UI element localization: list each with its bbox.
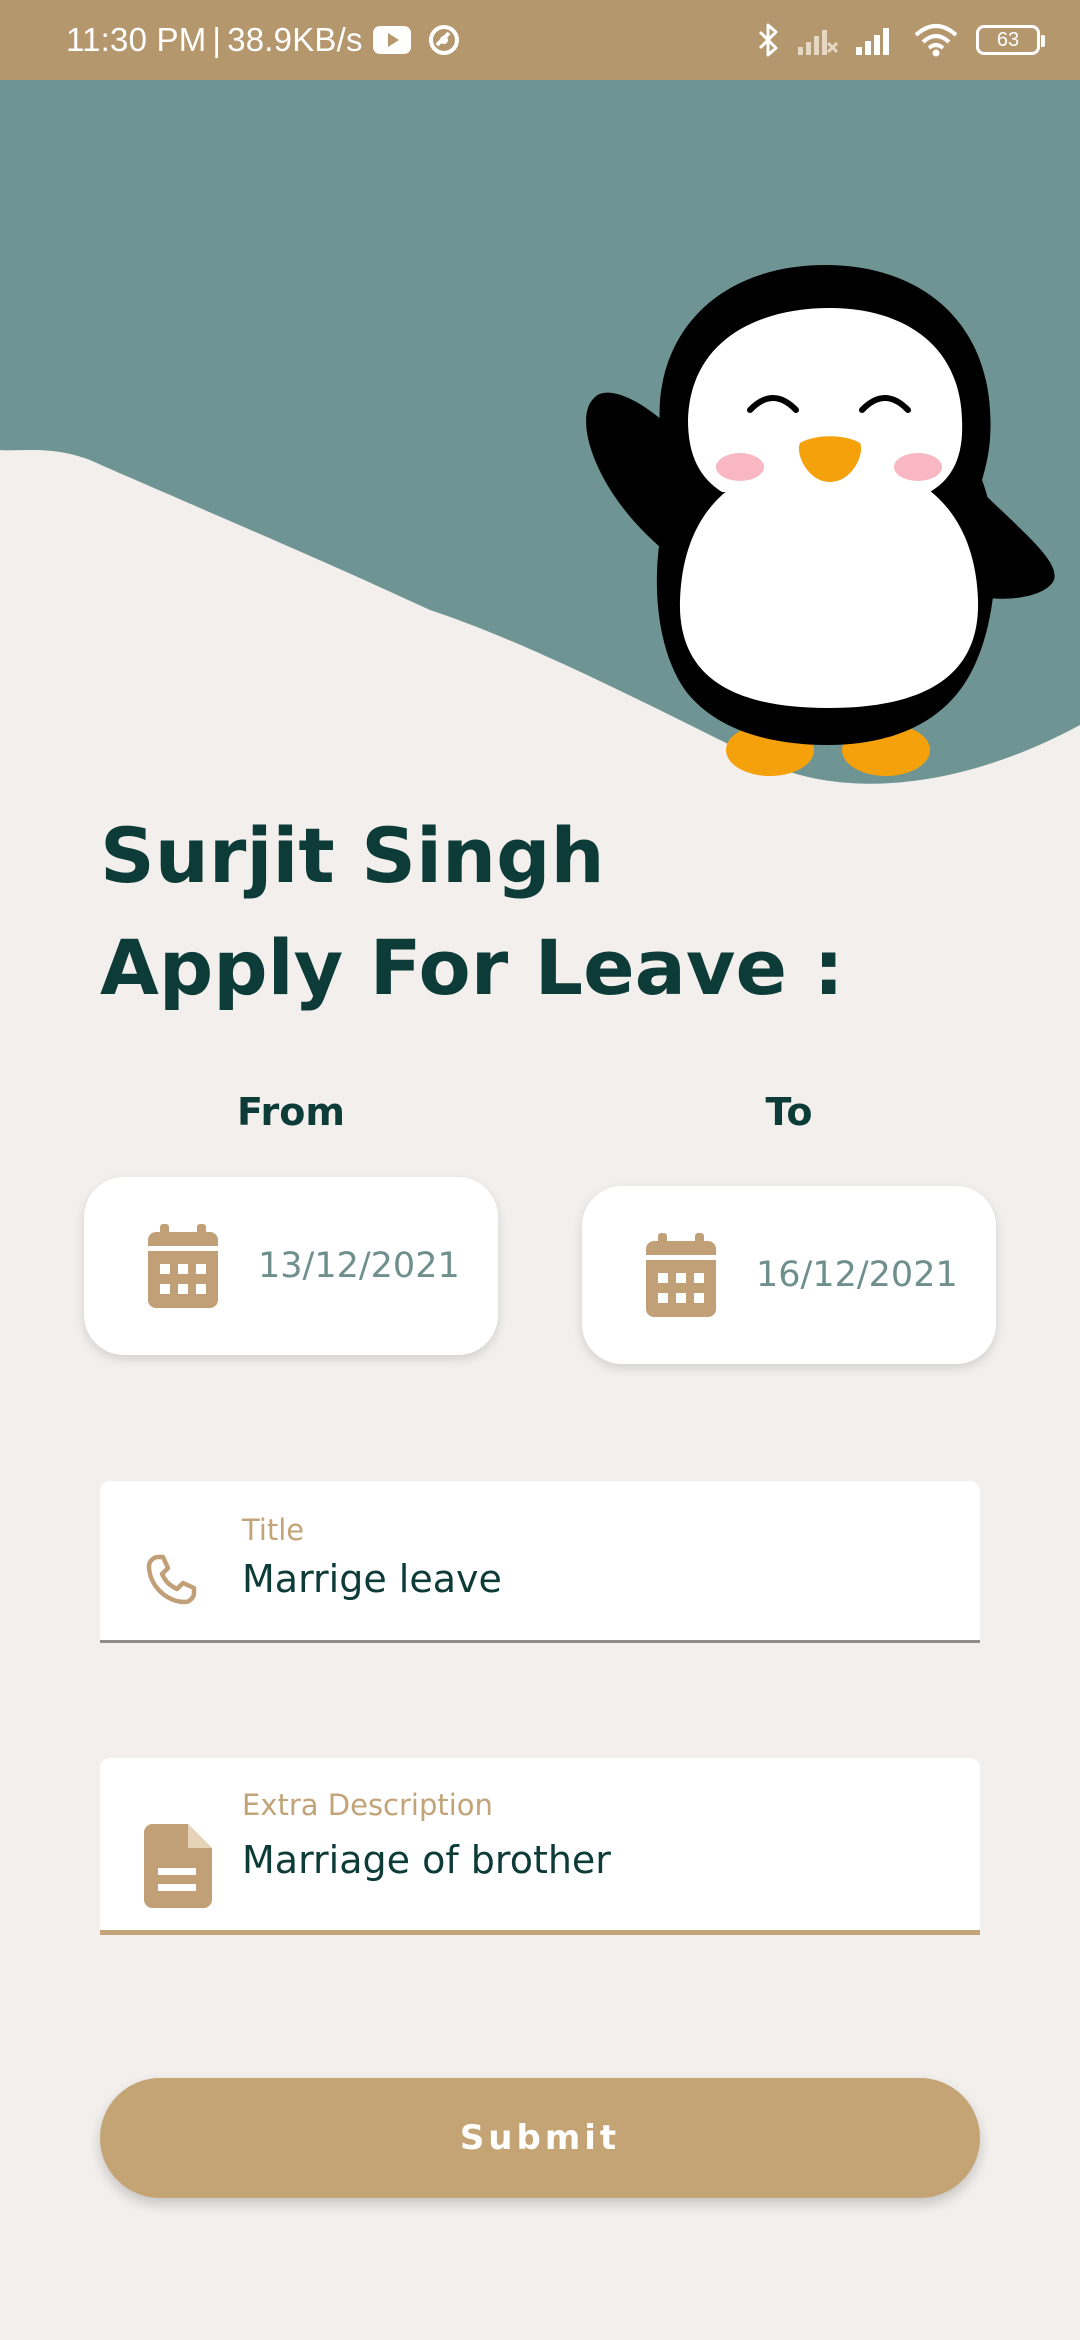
youtube-icon [372, 26, 411, 54]
to-date-value: 16/12/2021 [756, 1255, 958, 1295]
submit-label: Submit [459, 2118, 621, 2158]
status-right: 63 [756, 0, 1045, 80]
status-time: 11:30 PM [66, 21, 207, 58]
bluetooth-icon [756, 22, 780, 58]
signal-icon [856, 25, 896, 55]
network-speed: 38.9KB/s [227, 21, 363, 58]
title-input[interactable]: Marrige leave [242, 1557, 502, 1601]
calendar-icon [146, 1224, 220, 1308]
to-date-picker[interactable]: 16/12/2021 [582, 1186, 996, 1364]
hero-banner [0, 80, 1080, 800]
document-icon [144, 1824, 212, 1912]
wifi-icon [914, 23, 958, 57]
battery-icon: 63 [976, 25, 1045, 55]
status-left: 11:30 PM | 38.9KB/s [66, 0, 461, 80]
title-label: Title [242, 1513, 305, 1547]
description-label: Extra Description [242, 1788, 493, 1822]
description-input[interactable]: Marriage of brother [242, 1838, 611, 1882]
calendar-icon [644, 1233, 718, 1317]
page-heading: Apply For Leave : [100, 923, 844, 1012]
phone-icon [144, 1551, 200, 1611]
from-label: From [237, 1090, 345, 1134]
to-label: To [765, 1090, 813, 1134]
user-name: Surjit Singh [100, 811, 605, 900]
vpn-icon [427, 23, 461, 57]
description-field[interactable]: Extra Description Marriage of brother [100, 1758, 980, 1935]
page-title: Surjit Singh Apply For Leave : [100, 800, 844, 1024]
battery-level: 63 [996, 28, 1020, 51]
hero-illustration [0, 80, 1080, 784]
submit-button[interactable]: Submit [100, 2078, 980, 2198]
signal-off-icon [798, 25, 838, 55]
title-field[interactable]: Title Marrige leave [100, 1481, 980, 1643]
from-date-value: 13/12/2021 [258, 1246, 460, 1286]
status-separator: | [212, 21, 222, 58]
status-bar: 11:30 PM | 38.9KB/s 63 [0, 0, 1080, 80]
from-date-picker[interactable]: 13/12/2021 [84, 1177, 498, 1355]
